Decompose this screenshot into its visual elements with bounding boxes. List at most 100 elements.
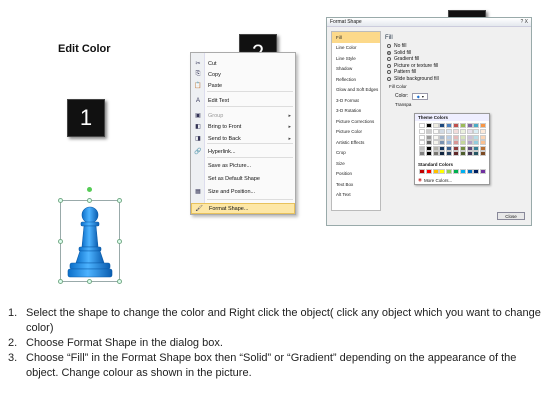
menu-item-hyperlink[interactable]: 🔗 Hyperlink... <box>191 146 295 157</box>
menu-item-size-position[interactable]: ▦ Size and Position... <box>191 186 295 197</box>
radio-button[interactable] <box>387 63 391 68</box>
theme-color-swatch[interactable] <box>459 134 466 140</box>
theme-color-swatch[interactable] <box>473 123 480 128</box>
theme-color-swatch[interactable] <box>439 123 446 128</box>
menu-item-send-to-back[interactable]: ◨ Send to Back ▸ <box>191 133 295 144</box>
theme-color-swatch[interactable] <box>466 145 473 151</box>
theme-color-swatch[interactable] <box>432 123 439 128</box>
menu-item-bring-to-front[interactable]: ◧ Bring to Front ▸ <box>191 121 295 132</box>
theme-color-swatch[interactable] <box>439 140 446 146</box>
theme-color-swatch[interactable] <box>480 140 487 146</box>
theme-color-swatch[interactable] <box>432 129 439 134</box>
menu-item-group[interactable]: ▣ Group ▸ <box>191 110 295 121</box>
standard-color-swatch[interactable] <box>466 169 473 174</box>
radio-button[interactable] <box>387 76 391 81</box>
theme-color-swatch[interactable] <box>446 123 453 128</box>
color-picker-button[interactable]: ◆ ▾ <box>412 92 429 100</box>
menu-item-edit-text[interactable]: A Edit Text <box>191 95 295 106</box>
category-alt-text[interactable]: Alt Text <box>332 190 380 201</box>
standard-color-swatch[interactable] <box>425 169 432 174</box>
category-fill[interactable]: Fill <box>332 32 380 43</box>
theme-color-swatch[interactable] <box>480 145 487 151</box>
category-artistic-effects[interactable]: Artistic Effects <box>332 137 380 148</box>
theme-color-swatch[interactable] <box>439 129 446 134</box>
theme-color-swatch[interactable] <box>480 151 487 157</box>
theme-color-swatch[interactable] <box>419 129 425 134</box>
theme-color-swatch[interactable] <box>425 145 432 151</box>
category-3-d-format[interactable]: 3-D Format <box>332 95 380 106</box>
radio-button[interactable] <box>387 70 391 75</box>
theme-color-swatch[interactable] <box>466 151 473 157</box>
category-glow-and-soft-edges[interactable]: Glow and Soft Edges <box>332 85 380 96</box>
theme-color-swatch[interactable] <box>446 134 453 140</box>
theme-color-swatch[interactable] <box>425 129 432 134</box>
category-shadow[interactable]: Shadow <box>332 64 380 75</box>
theme-color-swatch[interactable] <box>466 123 473 128</box>
standard-color-swatch[interactable] <box>439 169 446 174</box>
theme-color-swatch[interactable] <box>453 134 459 140</box>
standard-color-swatch[interactable] <box>473 169 480 174</box>
theme-color-swatch[interactable] <box>480 129 487 134</box>
theme-color-swatch[interactable] <box>453 140 459 146</box>
theme-color-swatch[interactable] <box>453 145 459 151</box>
standard-color-swatch[interactable] <box>432 169 439 174</box>
theme-color-swatch[interactable] <box>459 129 466 134</box>
menu-item-format-shape[interactable]: 🖌 Format Shape... <box>191 203 295 214</box>
menu-item-copy[interactable]: ⎘ Copy <box>191 69 295 80</box>
category-crop[interactable]: Crop <box>332 148 380 159</box>
standard-color-swatch[interactable] <box>453 169 459 174</box>
menu-item-cut[interactable]: ✂ Cut <box>191 58 295 69</box>
theme-color-swatch[interactable] <box>446 140 453 146</box>
menu-item-save-picture[interactable]: Save as Picture... <box>191 160 295 171</box>
dialog-window-controls[interactable]: ? X <box>520 19 528 25</box>
theme-color-swatch[interactable] <box>480 123 487 128</box>
category-picture-corrections[interactable]: Picture Corrections <box>332 116 380 127</box>
theme-color-swatch[interactable] <box>453 151 459 157</box>
category-reflection[interactable]: Reflection <box>332 74 380 85</box>
theme-color-swatch[interactable] <box>473 129 480 134</box>
category-line-style[interactable]: Line Style <box>332 53 380 64</box>
radio-button[interactable] <box>387 57 391 62</box>
category-text-box[interactable]: Text Box <box>332 179 380 190</box>
standard-color-swatch[interactable] <box>419 169 425 174</box>
theme-color-swatch[interactable] <box>439 151 446 157</box>
theme-color-swatch[interactable] <box>419 140 425 146</box>
theme-color-swatch[interactable] <box>459 145 466 151</box>
theme-color-swatch[interactable] <box>480 134 487 140</box>
selected-shape[interactable] <box>58 187 122 284</box>
standard-color-swatch[interactable] <box>446 169 453 174</box>
rotation-handle[interactable] <box>87 187 92 192</box>
theme-color-swatch[interactable] <box>459 140 466 146</box>
radio-button[interactable] <box>387 44 391 49</box>
theme-color-swatch[interactable] <box>466 140 473 146</box>
theme-color-swatch[interactable] <box>466 134 473 140</box>
theme-color-swatch[interactable] <box>446 129 453 134</box>
theme-color-swatch[interactable] <box>473 134 480 140</box>
theme-color-swatch[interactable] <box>425 140 432 146</box>
category-line-color[interactable]: Line Color <box>332 43 380 54</box>
theme-color-swatch[interactable] <box>453 123 459 128</box>
theme-color-swatch[interactable] <box>473 140 480 146</box>
more-colors-link[interactable]: ◉ More Colors... <box>418 177 452 183</box>
theme-color-swatch[interactable] <box>459 123 466 128</box>
theme-color-swatch[interactable] <box>425 134 432 140</box>
theme-color-swatch[interactable] <box>419 145 425 151</box>
theme-color-swatch[interactable] <box>432 145 439 151</box>
theme-color-swatch[interactable] <box>419 151 425 157</box>
close-button[interactable]: Close <box>497 212 525 220</box>
theme-color-swatch[interactable] <box>419 123 425 128</box>
theme-color-swatch[interactable] <box>425 123 432 128</box>
theme-color-swatch[interactable] <box>432 140 439 146</box>
theme-color-swatch[interactable] <box>473 151 480 157</box>
theme-color-swatch[interactable] <box>432 151 439 157</box>
theme-color-swatch[interactable] <box>439 145 446 151</box>
standard-color-swatch[interactable] <box>480 169 487 174</box>
radio-button[interactable] <box>387 50 391 55</box>
category-position[interactable]: Position <box>332 169 380 180</box>
theme-color-swatch[interactable] <box>466 129 473 134</box>
theme-color-swatch[interactable] <box>439 134 446 140</box>
category-size[interactable]: Size <box>332 158 380 169</box>
category-3-d-rotation[interactable]: 3-D Rotation <box>332 106 380 117</box>
standard-color-swatch[interactable] <box>459 169 466 174</box>
theme-color-swatch[interactable] <box>425 151 432 157</box>
